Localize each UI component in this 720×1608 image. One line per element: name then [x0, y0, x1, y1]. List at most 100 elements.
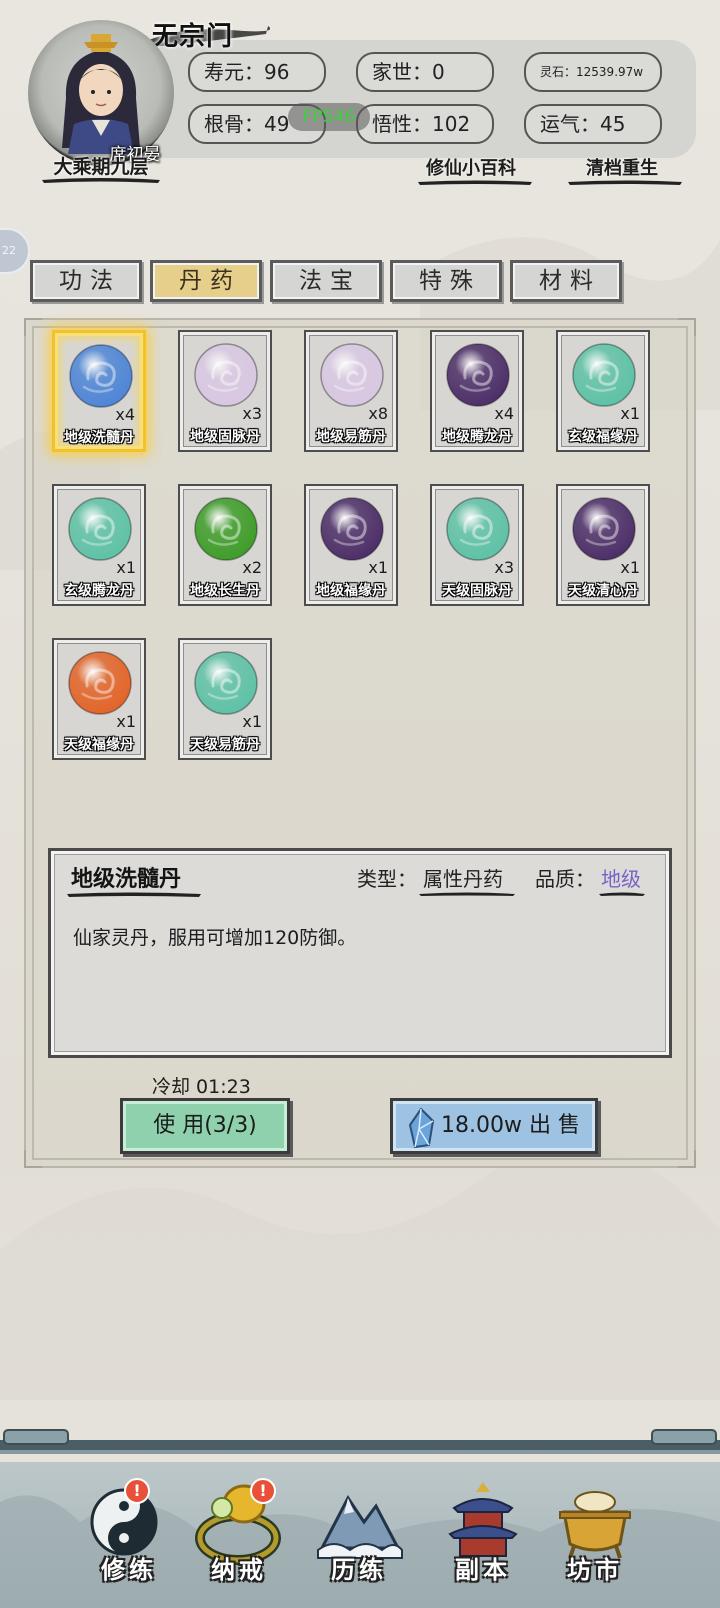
fps-counter: FPS46: [288, 103, 370, 131]
item-name: 玄级福缘丹: [568, 429, 638, 445]
tab-skills[interactable]: 功法: [30, 260, 142, 302]
nav-label: 副本: [455, 1556, 511, 1584]
item-name: 天级福缘丹: [64, 737, 134, 753]
item-name: 天级清心丹: [568, 583, 638, 599]
pill-orb-icon: [68, 497, 132, 561]
item-quantity: x4: [115, 405, 135, 424]
cooldown-timer: 冷却 01:23: [152, 1076, 251, 1098]
sell-button[interactable]: 18.00w 出 售: [390, 1098, 598, 1154]
nav-cultivate[interactable]: ! 修练: [74, 1478, 184, 1598]
spirit-crystal-icon: [408, 1107, 435, 1149]
reset-save-link[interactable]: 清档重生: [586, 154, 658, 180]
pill-item-slot[interactable]: x3 地级固脉丹: [178, 330, 272, 452]
pill-item-slot[interactable]: x3 天级固脉丹: [430, 484, 524, 606]
character-portrait-icon: [62, 34, 140, 154]
nav-label: 修练: [101, 1556, 157, 1584]
tab-treasures[interactable]: 法宝: [270, 260, 382, 302]
pill-orb-icon: [194, 497, 258, 561]
nav-label: 坊市: [567, 1556, 623, 1584]
detail-quality-brush: [599, 892, 645, 896]
detail-item-name: 地级洗髓丹: [71, 867, 182, 892]
pill-item-slot[interactable]: x4 地级洗髓丹: [52, 330, 146, 452]
pill-item-slot[interactable]: x1 天级易筋丹: [178, 638, 272, 760]
nav-ring[interactable]: ! 纳戒: [184, 1478, 294, 1598]
pill-orb-icon: [572, 343, 636, 407]
item-detail-panel: 地级洗髓丹 类型： 属性丹药 品质： 地级 仙家灵丹，服用可增加120防御。: [48, 848, 672, 1058]
detail-type-label: 类型：: [357, 867, 417, 891]
nav-label: 纳戒: [211, 1556, 267, 1584]
nav-adventure[interactable]: 历练: [304, 1478, 414, 1598]
item-name: 地级固脉丹: [190, 429, 260, 445]
stat-luck: 运气：45: [524, 104, 662, 144]
item-quantity: x1: [368, 558, 388, 577]
pill-orb-icon: [69, 344, 133, 408]
item-name: 天级固脉丹: [442, 583, 512, 599]
nav-label: 历练: [331, 1556, 387, 1584]
tab-materials[interactable]: 材料: [510, 260, 622, 302]
pill-item-slot[interactable]: x1 玄级腾龙丹: [52, 484, 146, 606]
panel-corner: [678, 318, 696, 336]
item-name: 地级福缘丹: [316, 583, 386, 599]
wiki-link[interactable]: 修仙小百科: [426, 154, 516, 180]
detail-type-brush: [419, 892, 515, 896]
pill-orb-icon: [68, 651, 132, 715]
pill-item-slot[interactable]: x4 地级腾龙丹: [430, 330, 524, 452]
stat-spirit-stones: 灵石：12539.97w: [524, 52, 662, 92]
item-name: 地级长生丹: [190, 583, 260, 599]
item-quantity: x1: [116, 558, 136, 577]
item-quantity: x1: [242, 712, 262, 731]
item-name: 地级腾龙丹: [442, 429, 512, 445]
nav-market[interactable]: 坊市: [540, 1478, 650, 1598]
wiki-brush-stroke: [418, 180, 532, 185]
scroll-rod-divider: [0, 1429, 720, 1454]
reset-brush-stroke: [568, 180, 682, 185]
pill-orb-icon: [320, 343, 384, 407]
pill-item-slot[interactable]: x1 天级清心丹: [556, 484, 650, 606]
item-quantity: x1: [620, 404, 640, 423]
item-quantity: x2: [242, 558, 262, 577]
item-quantity: x3: [242, 404, 262, 423]
detail-quality-label: 品质：: [535, 867, 595, 891]
item-name: 玄级腾龙丹: [64, 583, 134, 599]
use-button[interactable]: 使 用(3/3): [120, 1098, 290, 1154]
side-drawer-tab[interactable]: 22: [0, 228, 30, 274]
sell-price-label: 18.00w 出 售: [441, 1113, 580, 1138]
stat-lifespan: 寿元：96: [188, 52, 326, 92]
nav-dungeon[interactable]: 副本: [428, 1478, 538, 1598]
item-name: 地级洗髓丹: [64, 430, 134, 446]
item-quantity: x8: [368, 404, 388, 423]
item-quantity: x1: [620, 558, 640, 577]
item-name: 地级易筋丹: [316, 429, 386, 445]
item-name: 天级易筋丹: [190, 737, 260, 753]
stats-panel: 寿元：96 家世：0 灵石：12539.97w 根骨：49 悟性：102 运气：…: [140, 40, 696, 158]
player-avatar[interactable]: 席初晏: [28, 20, 174, 166]
alert-icon: !: [124, 1478, 150, 1504]
tab-pills[interactable]: 丹药: [150, 260, 262, 302]
pill-item-slot[interactable]: x2 地级长生丹: [178, 484, 272, 606]
tab-special[interactable]: 特殊: [390, 260, 502, 302]
category-tabs: 功法 丹药 法宝 特殊 材料: [30, 260, 622, 302]
panel-corner: [24, 1150, 42, 1168]
pill-item-slot[interactable]: x1 地级福缘丹: [304, 484, 398, 606]
item-quantity: x3: [494, 558, 514, 577]
pill-orb-icon: [446, 343, 510, 407]
panel-corner: [24, 318, 42, 336]
pill-item-slot[interactable]: x1 玄级福缘丹: [556, 330, 650, 452]
item-quantity: x4: [494, 404, 514, 423]
item-quantity: x1: [116, 712, 136, 731]
pill-item-slot[interactable]: x8 地级易筋丹: [304, 330, 398, 452]
stat-family: 家世：0: [356, 52, 494, 92]
detail-type-value: 属性丹药: [423, 867, 503, 891]
detail-title-brush: [67, 892, 201, 897]
panel-corner: [678, 1150, 696, 1168]
pill-orb-icon: [320, 497, 384, 561]
alert-icon: !: [250, 1478, 276, 1504]
pill-orb-icon: [446, 497, 510, 561]
detail-description: 仙家灵丹，服用可增加120防御。: [73, 927, 357, 949]
pill-orb-icon: [572, 497, 636, 561]
detail-quality-value: 地级: [601, 867, 641, 891]
pill-item-slot[interactable]: x1 天级福缘丹: [52, 638, 146, 760]
stat-comprehension: 悟性：102: [356, 104, 494, 144]
cultivation-realm: 大乘期九层: [53, 156, 149, 178]
pill-orb-icon: [194, 651, 258, 715]
